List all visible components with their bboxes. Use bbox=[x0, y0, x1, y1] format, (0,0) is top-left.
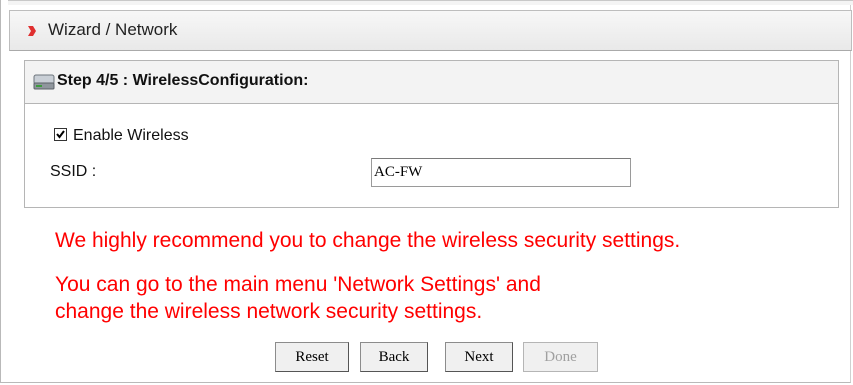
top-border bbox=[8, 0, 853, 5]
warning-message-3: change the wireless network security set… bbox=[55, 300, 483, 323]
back-button[interactable]: Back bbox=[360, 342, 428, 372]
enable-wireless-label: Enable Wireless bbox=[73, 127, 189, 144]
ssid-input[interactable] bbox=[371, 158, 631, 187]
panel-header: Step 4/5 : WirelessConfiguration: bbox=[25, 61, 838, 104]
arrow-right-icon bbox=[28, 26, 36, 36]
page-title: Wizard / Network bbox=[48, 20, 178, 39]
reset-button[interactable]: Reset bbox=[275, 342, 349, 372]
warning-message-1: We highly recommend you to change the wi… bbox=[55, 229, 681, 252]
next-button[interactable]: Next bbox=[445, 342, 513, 372]
wizard-header: Wizard / Network bbox=[9, 10, 852, 51]
wireless-config-panel: Step 4/5 : WirelessConfiguration: Enable… bbox=[24, 60, 839, 208]
done-button[interactable]: Done bbox=[523, 342, 598, 372]
ssid-label: SSID : bbox=[50, 163, 97, 180]
drive-icon bbox=[33, 74, 55, 90]
warning-message-2: You can go to the main menu 'Network Set… bbox=[55, 273, 541, 296]
enable-wireless-checkbox[interactable] bbox=[54, 128, 67, 141]
checkmark-icon bbox=[56, 130, 65, 139]
step-title: Step 4/5 : WirelessConfiguration: bbox=[57, 72, 309, 89]
